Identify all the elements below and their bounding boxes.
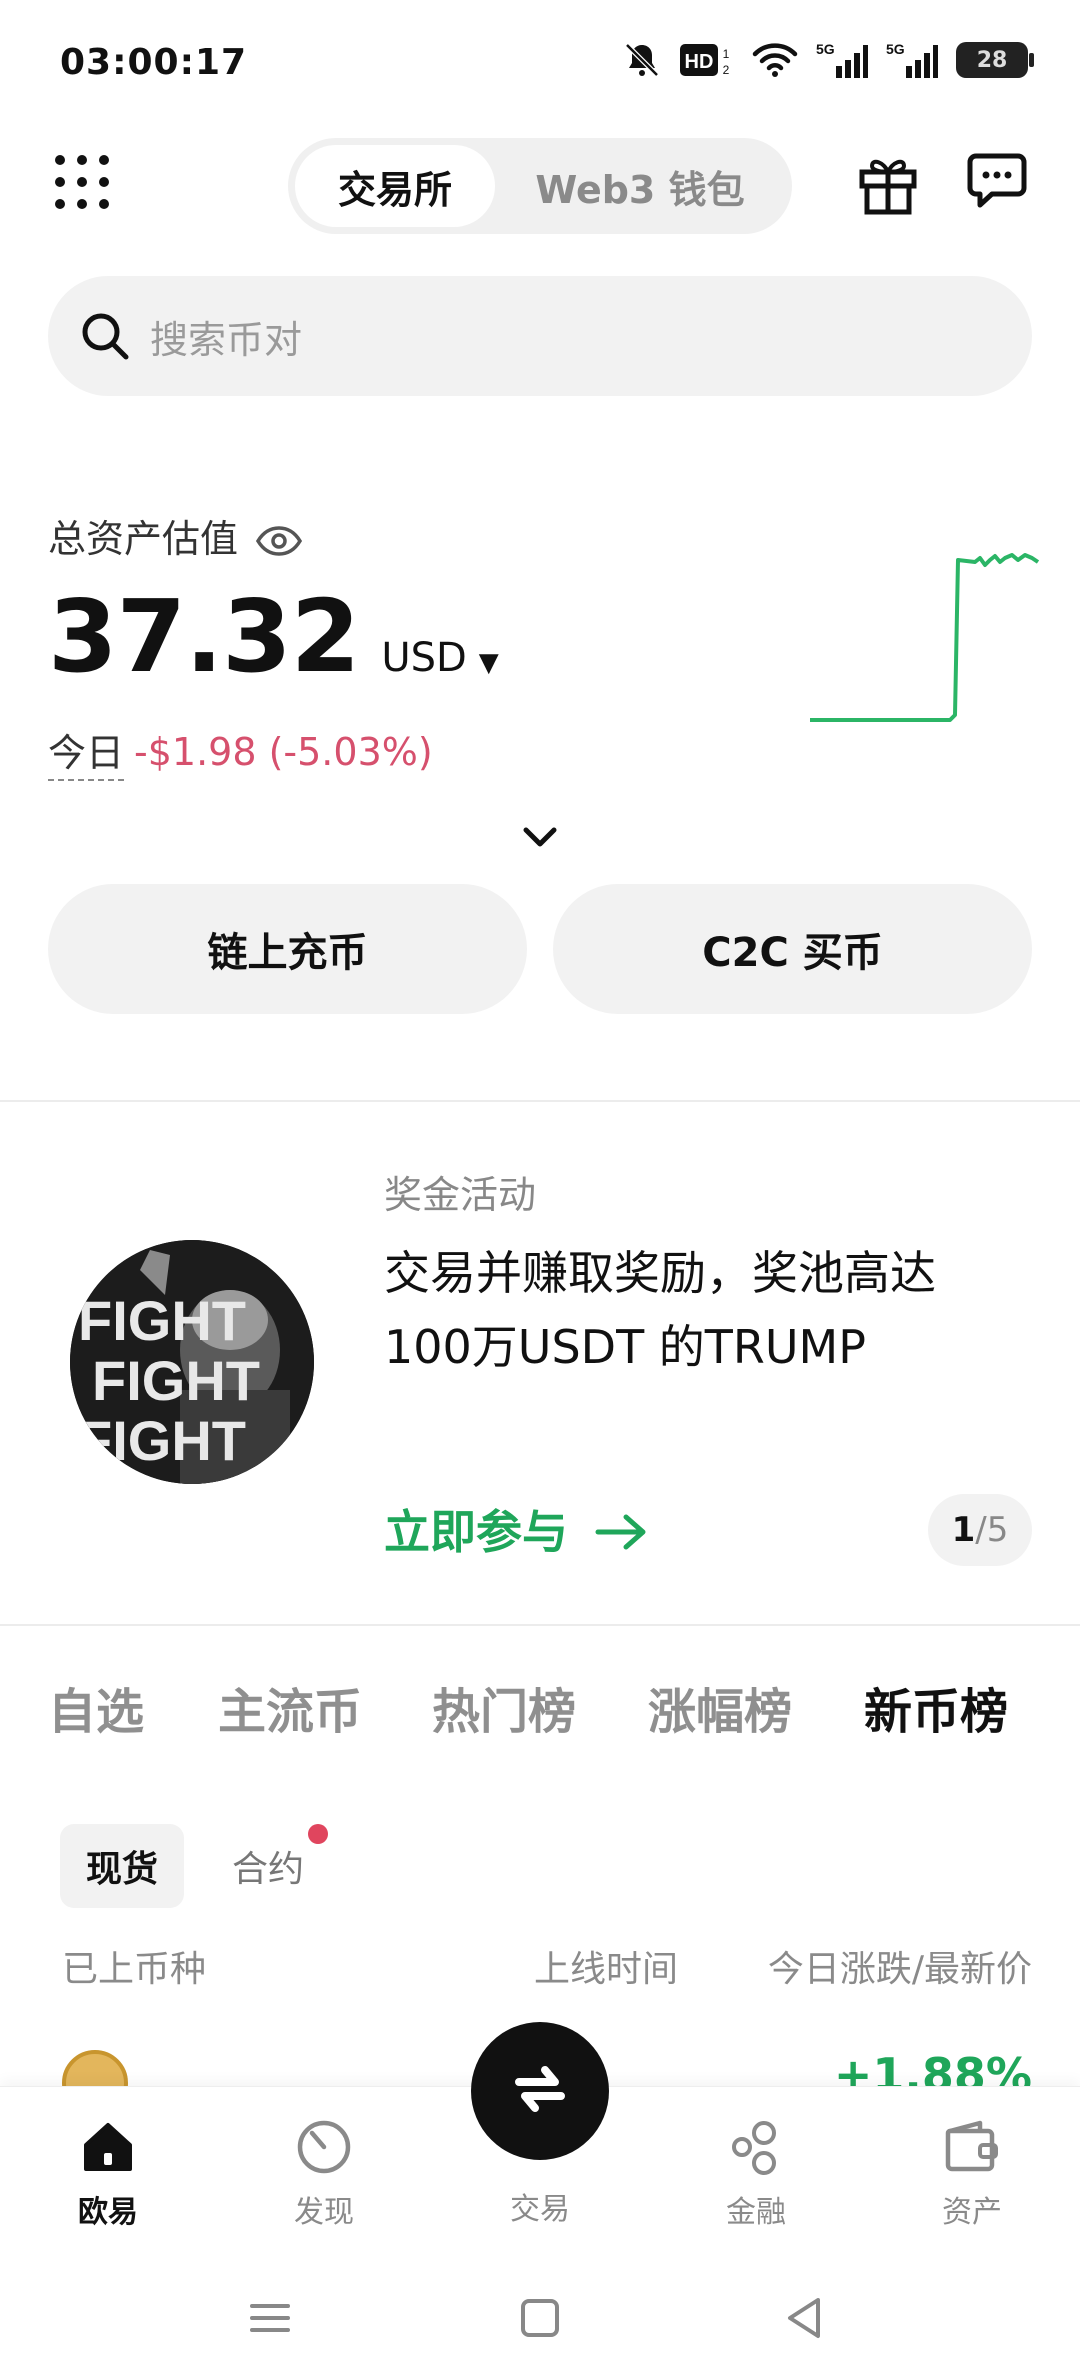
today-label[interactable]: 今日 — [48, 722, 125, 781]
grid-menu-icon[interactable] — [52, 152, 112, 212]
mute-bell-icon — [622, 40, 662, 80]
status-time: 03:00:17 — [60, 42, 248, 83]
hd-voice-icon: HD 1 2 — [680, 40, 734, 80]
asset-sparkline — [800, 540, 1040, 740]
section-divider — [0, 1624, 1080, 1626]
market-tabs: 自选 主流币 热门榜 涨幅榜 新币榜 — [48, 1672, 1048, 1742]
tab-new-listings[interactable]: 新币榜 — [864, 1672, 1008, 1742]
subtab-spot[interactable]: 现货 — [60, 1824, 185, 1908]
total-assets-value: 37.32 USD ▼ — [48, 578, 499, 695]
nav-home-label: 欧易 — [78, 2195, 138, 2230]
tab-hot[interactable]: 热门榜 — [432, 1672, 576, 1742]
nav-finance[interactable]: 金融 — [686, 2117, 826, 2231]
message-icon[interactable] — [966, 150, 1028, 212]
nav-assets-label: 资产 — [942, 2195, 1002, 2230]
promo-title-line2: 100万USDT 的TRUMP — [384, 1320, 866, 1374]
back-triangle-icon[interactable] — [778, 2290, 834, 2346]
promo-title-line1: 交易并赚取奖励，奖池高达 — [384, 1246, 936, 1300]
today-pnl: 今日 -$1.98 (-5.03%) — [48, 722, 433, 781]
tab-favorites[interactable]: 自选 — [48, 1672, 144, 1742]
c2c-buy-button[interactable]: C2C 买币 — [553, 884, 1032, 1014]
coin-logo — [62, 2050, 128, 2088]
join-now-button[interactable]: 立即参与 — [384, 1496, 650, 1562]
column-listing-time[interactable]: 上线时间 — [534, 1940, 678, 1992]
subtab-futures-label: 合约 — [232, 1849, 305, 1890]
wallet-icon — [942, 2117, 1002, 2177]
expand-chevron-icon[interactable] — [518, 822, 562, 852]
network-label-2: 5G — [886, 41, 905, 57]
pager-total: /5 — [975, 1510, 1009, 1550]
status-bar: 03:00:17 HD 1 2 5G 5G 28 — [0, 0, 1080, 120]
eye-icon[interactable] — [255, 521, 303, 556]
row-change: +1.88% — [833, 2048, 1032, 2088]
today-change: -$1.98 (-5.03%) — [134, 729, 433, 774]
finance-icon — [726, 2117, 786, 2177]
recent-apps-icon[interactable] — [242, 2290, 298, 2346]
tab-mainstream[interactable]: 主流币 — [218, 1672, 362, 1742]
nav-finance-label: 金融 — [726, 2195, 786, 2230]
promo-image[interactable]: FIGHT FIGHT FIGHT — [70, 1240, 314, 1484]
currency-selector[interactable]: USD — [381, 635, 466, 681]
trade-swap-button[interactable] — [471, 2022, 609, 2160]
svg-text:2: 2 — [723, 63, 730, 77]
market-sub-tabs: 现货 合约 — [60, 1824, 330, 1908]
total-assets-label: 总资产估值 — [48, 508, 303, 563]
home-icon — [78, 2117, 138, 2177]
subtab-futures[interactable]: 合约 — [206, 1824, 330, 1908]
asset-amount: 37.32 — [48, 578, 360, 695]
deposit-button[interactable]: 链上充币 — [48, 884, 527, 1014]
nav-discover[interactable]: 发现 — [254, 2117, 394, 2231]
system-navigation-bar — [0, 2262, 1080, 2376]
svg-text:1: 1 — [723, 47, 730, 61]
nav-trade-label[interactable]: 交易 — [470, 2184, 610, 2228]
quick-actions: 链上充币 C2C 买币 — [48, 884, 1032, 1014]
tab-gainers[interactable]: 涨幅榜 — [648, 1672, 792, 1742]
column-change-price[interactable]: 今日涨跌/最新价 — [768, 1940, 1032, 1992]
promo-fight-text: FIGHT — [78, 1409, 246, 1472]
nav-discover-label: 发现 — [294, 2195, 354, 2230]
promo-pager: 1/5 — [928, 1494, 1032, 1566]
top-header: 交易所 Web3 钱包 — [0, 130, 1080, 240]
nav-home[interactable]: 欧易 — [38, 2117, 178, 2231]
signal-5g-icon: 5G — [816, 40, 868, 80]
search-placeholder: 搜索币对 — [150, 317, 303, 362]
column-listed-coins: 已上币种 — [62, 1949, 207, 1990]
home-square-icon[interactable] — [512, 2290, 568, 2346]
hd-badge-text: HD — [685, 51, 714, 73]
total-assets-title: 总资产估值 — [48, 517, 239, 561]
signal-5g-icon: 5G — [886, 40, 938, 80]
tab-exchange[interactable]: 交易所 — [295, 145, 495, 227]
promo-title[interactable]: 交易并赚取奖励，奖池高达 100万USDT 的TRUMP — [384, 1236, 1024, 1384]
mode-switch: 交易所 Web3 钱包 — [288, 138, 792, 234]
wifi-icon — [752, 40, 798, 80]
pager-current: 1 — [951, 1510, 976, 1550]
join-now-label: 立即参与 — [384, 1505, 568, 1559]
nav-assets[interactable]: 资产 — [902, 2117, 1042, 2231]
promo-fight-text: FIGHT — [78, 1289, 246, 1352]
discover-icon — [294, 2117, 354, 2177]
gift-icon[interactable] — [858, 152, 918, 216]
tab-web3-wallet[interactable]: Web3 钱包 — [495, 145, 785, 227]
swap-icon — [505, 2054, 575, 2128]
section-divider — [0, 1100, 1080, 1102]
promo-fight-text: FIGHT — [92, 1349, 260, 1412]
notification-dot — [308, 1824, 329, 1844]
status-icons: HD 1 2 5G 5G 28 — [622, 40, 1034, 80]
caret-down-icon[interactable]: ▼ — [479, 648, 499, 678]
search-icon — [78, 309, 132, 363]
network-label-1: 5G — [816, 41, 835, 57]
promo-tag: 奖金活动 — [384, 1173, 537, 1217]
battery-icon: 28 — [956, 42, 1034, 78]
arrow-right-icon — [594, 1509, 650, 1550]
search-bar[interactable]: 搜索币对 — [48, 276, 1032, 396]
